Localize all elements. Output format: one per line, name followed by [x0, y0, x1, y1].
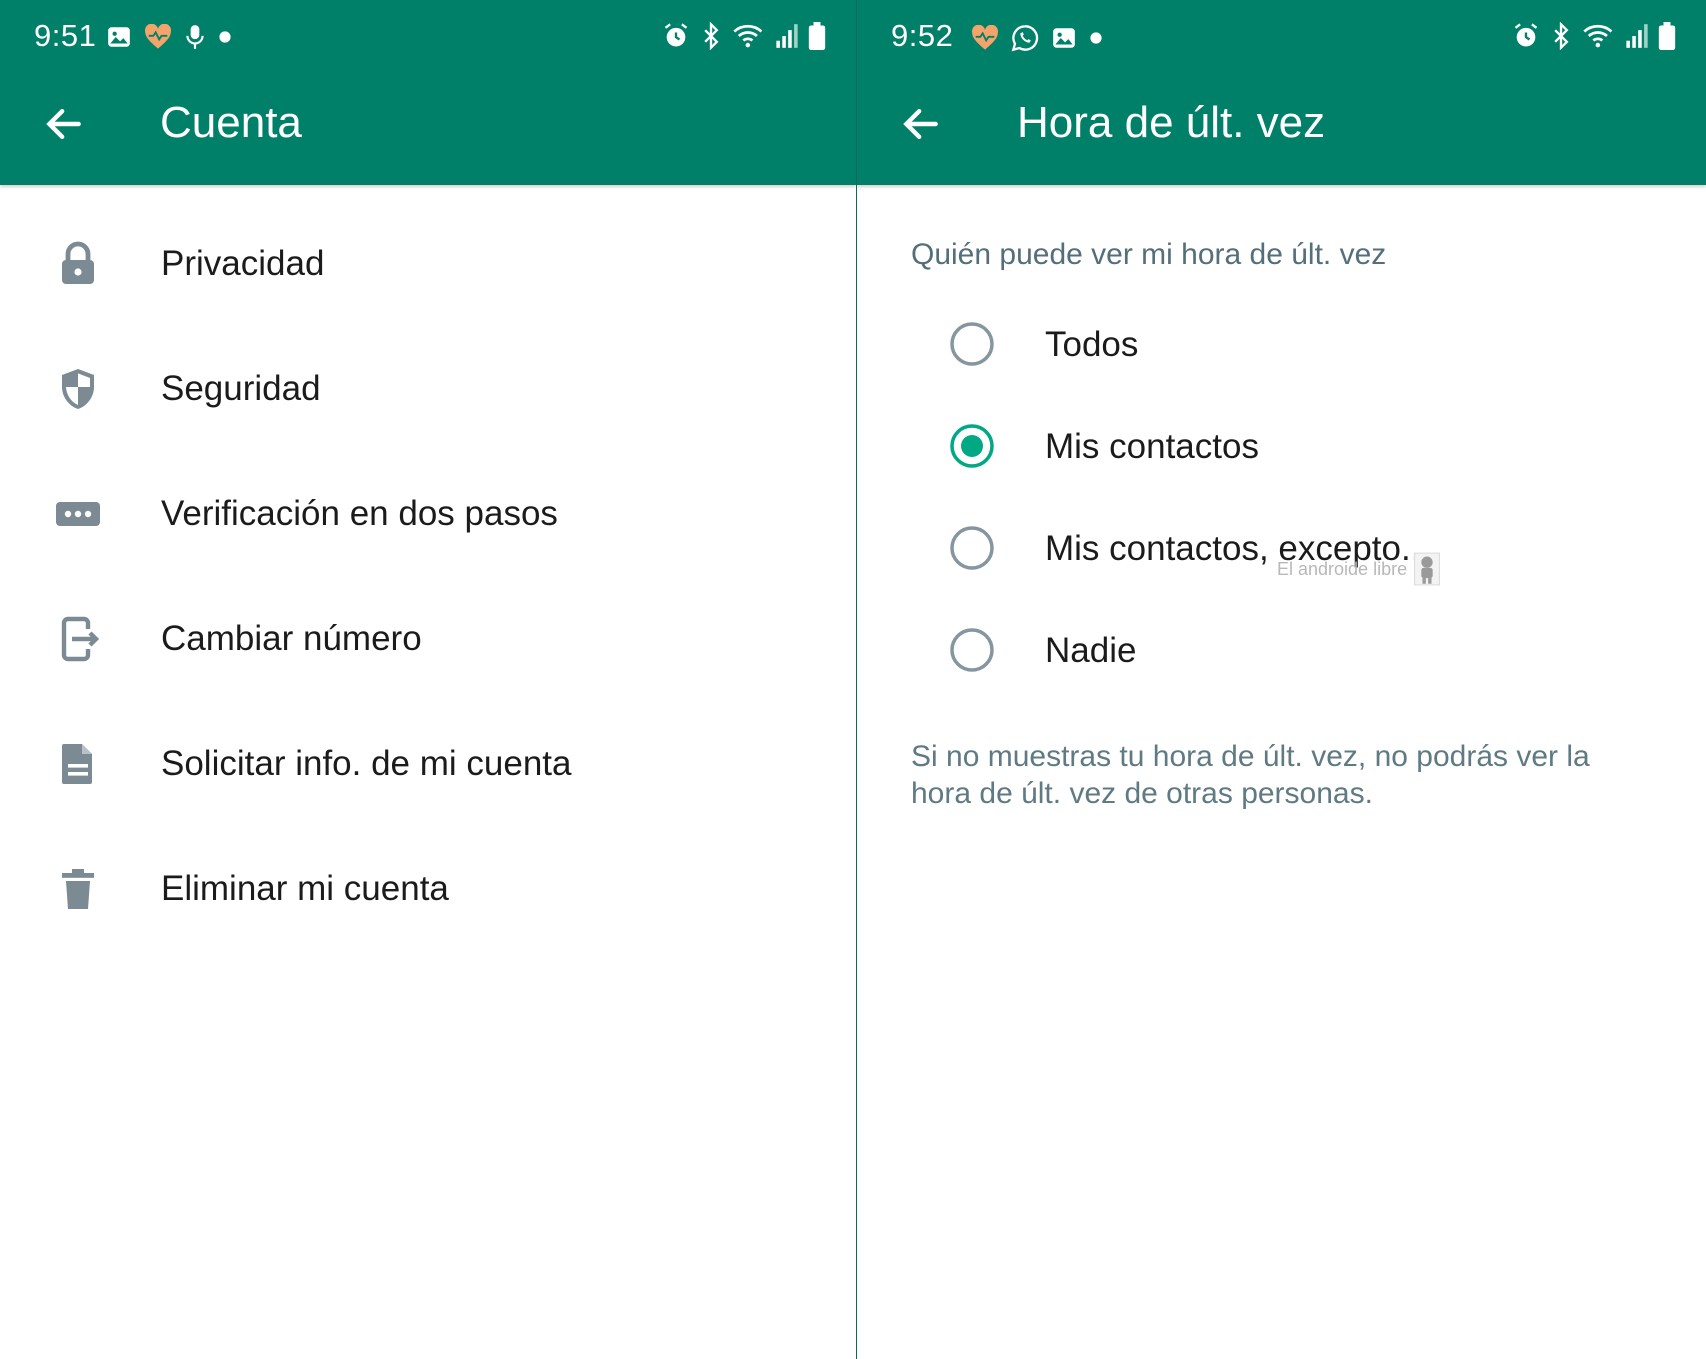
bluetooth-icon [704, 22, 719, 50]
whatsapp-icon [1011, 25, 1039, 52]
menu-item-label: Eliminar mi cuenta [161, 869, 449, 908]
android-robot-icon [1414, 552, 1441, 586]
signal-icon [776, 24, 798, 48]
health-heart-icon [972, 25, 998, 50]
status-icons-right [662, 22, 826, 50]
dot-icon [219, 31, 231, 43]
gallery-icon [1053, 28, 1075, 48]
change-number-icon [61, 616, 100, 662]
status-time: 9:51 [34, 18, 97, 53]
wifi-icon [1583, 24, 1613, 48]
menu-item-label: Seguridad [161, 369, 321, 408]
gallery-icon [108, 27, 130, 47]
document-icon [62, 744, 92, 784]
status-time: 9:52 [891, 18, 954, 53]
menu-item-label: Cambiar número [161, 619, 422, 658]
radio-unchecked-icon[interactable] [949, 627, 995, 673]
microphone-icon [186, 25, 204, 49]
app-bar: Hora de últ. vez [857, 80, 1706, 170]
menu-item-cambiar-numero[interactable]: Cambiar número [0, 575, 856, 700]
arrow-back-icon[interactable] [899, 102, 943, 146]
radio-unchecked-icon[interactable] [949, 525, 995, 571]
dots-password-icon [56, 502, 100, 526]
status-icons-left [106, 24, 232, 50]
option-mis-contactos[interactable]: Mis contactos [857, 402, 1706, 492]
option-label: Mis contactos [1045, 427, 1259, 466]
app-bar: Cuenta [0, 80, 856, 170]
signal-icon [1626, 24, 1648, 48]
app-header: 9:52 Hora de últ. vez [857, 0, 1706, 185]
health-heart-icon [145, 24, 171, 49]
lock-icon [62, 241, 94, 284]
trash-icon [62, 869, 94, 909]
option-label: Nadie [1045, 631, 1137, 670]
menu-item-label: Solicitar info. de mi cuenta [161, 744, 572, 783]
info-note: Si no muestras tu hora de últ. vez, no p… [911, 740, 1590, 810]
radio-checked-icon[interactable] [949, 423, 995, 469]
menu-item-label: Verificación en dos pasos [161, 494, 558, 533]
page-title: Hora de últ. vez [1017, 98, 1326, 147]
bluetooth-icon [1554, 22, 1569, 50]
alarm-icon [664, 23, 688, 47]
option-nadie[interactable]: Nadie [857, 606, 1706, 696]
menu-item-eliminar-cuenta[interactable]: Eliminar mi cuenta [0, 825, 856, 950]
menu-item-privacidad[interactable]: Privacidad [0, 200, 856, 325]
account-screen: 9:51 Cuenta Privacidad Seguridad Verific… [0, 0, 857, 1359]
alarm-icon [1514, 23, 1538, 47]
menu-item-label: Privacidad [161, 244, 325, 283]
account-menu: Privacidad Seguridad Verificación en dos… [0, 200, 856, 950]
menu-item-seguridad[interactable]: Seguridad [0, 325, 856, 450]
option-todos[interactable]: Todos [857, 300, 1706, 390]
section-title: Quién puede ver mi hora de últ. vez [911, 238, 1387, 271]
radio-unchecked-icon[interactable] [949, 321, 995, 367]
option-label: Todos [1045, 325, 1139, 364]
battery-icon [808, 22, 826, 50]
dot-icon [1090, 32, 1102, 44]
menu-item-verificacion[interactable]: Verificación en dos pasos [0, 450, 856, 575]
last-seen-screen: 9:52 Hora de últ. vez Quién puede ver mi… [857, 0, 1706, 1359]
app-header: 9:51 Cuenta [0, 0, 856, 185]
menu-item-solicitar-info[interactable]: Solicitar info. de mi cuenta [0, 700, 856, 825]
arrow-back-icon[interactable] [42, 102, 86, 146]
watermark-text: El androide libre [1277, 558, 1408, 579]
watermark: El androide libre [1277, 552, 1441, 586]
status-icons-right [1512, 22, 1676, 50]
status-icons-left [971, 24, 1103, 52]
status-bar: 9:52 [857, 0, 1706, 75]
shield-icon [62, 369, 94, 409]
wifi-icon [733, 24, 763, 48]
status-bar: 9:51 [0, 0, 856, 75]
battery-icon [1658, 22, 1676, 50]
page-title: Cuenta [160, 98, 302, 147]
